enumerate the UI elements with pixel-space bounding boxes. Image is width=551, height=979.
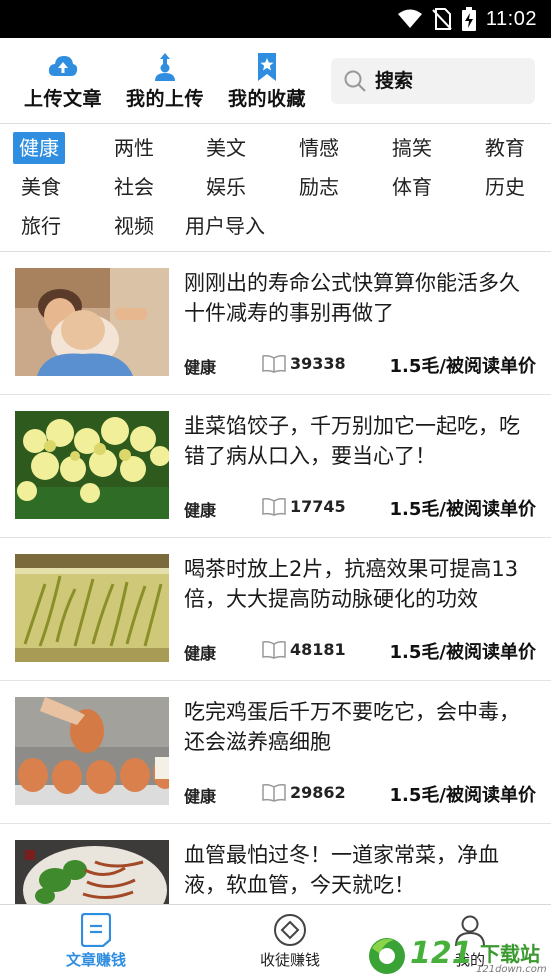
nav-label: 文章赚钱 <box>65 951 126 969</box>
read-count: 39338 <box>262 354 346 373</box>
article-thumbnail <box>15 554 169 662</box>
no-sim-icon <box>432 8 452 30</box>
read-count-value: 39338 <box>290 354 346 373</box>
category-food[interactable]: 美食 <box>15 171 67 203</box>
user-upload-icon <box>155 53 175 81</box>
elderly-woman-photo <box>15 268 169 376</box>
diamond-circle-icon <box>274 914 306 946</box>
category-sports[interactable]: 体育 <box>386 171 438 203</box>
battery-charging-icon <box>461 7 476 31</box>
open-book-icon <box>262 354 286 373</box>
watermark-url: 121down.com <box>476 964 547 975</box>
cloud-upload-icon <box>48 56 78 76</box>
article-item[interactable]: 韭菜馅饺子，千万别加它一起吃，吃错了病从口入，要当心了！ 健康 17745 1.… <box>0 395 551 538</box>
article-meta: 健康 48181 1.5毛/被阅读单价 <box>184 636 536 666</box>
read-count-value: 29862 <box>290 783 346 802</box>
article-thumbnail <box>15 268 169 376</box>
wifi-icon <box>397 9 422 28</box>
category-society[interactable]: 社会 <box>108 171 160 203</box>
article-thumbnail <box>15 411 169 519</box>
category-health[interactable]: 健康 <box>13 132 65 164</box>
upload-article-button[interactable]: 上传文章 <box>19 52 107 111</box>
watermark-brand: 121 <box>410 936 473 971</box>
article-price: 1.5毛/被阅读单价 <box>389 356 536 377</box>
category-funny[interactable]: 搞笑 <box>386 132 438 164</box>
article-meta: 健康 39338 1.5毛/被阅读单价 <box>184 350 536 380</box>
article-thumbnail <box>15 697 169 805</box>
article-list: 刚刚出的寿命公式快算算你能活多久十件减寿的事别再做了 健康 39338 1.5毛… <box>0 252 551 904</box>
category-education[interactable]: 教育 <box>479 132 531 164</box>
vegetable-dish-photo <box>15 840 169 904</box>
category-travel[interactable]: 旅行 <box>15 210 67 242</box>
my-favorites-button[interactable]: 我的收藏 <box>223 52 311 111</box>
open-book-icon <box>262 640 286 659</box>
article-tag: 健康 <box>184 644 217 663</box>
article-item[interactable]: 喝茶时放上2片，抗癌效果可提高13倍，大大提高防动脉硬化的功效 健康 48181… <box>0 538 551 681</box>
article-title: 血管最怕过冬！一道家常菜，净血液，软血管，今天就吃！ <box>184 843 499 897</box>
article-item[interactable]: 刚刚出的寿命公式快算算你能活多久十件减寿的事别再做了 健康 39338 1.5毛… <box>0 252 551 395</box>
clock: 11:02 <box>485 7 537 30</box>
article-title: 喝茶时放上2片，抗癌效果可提高13倍，大大提高防动脉硬化的功效 <box>184 557 519 611</box>
my-uploads-button[interactable]: 我的上传 <box>121 52 209 111</box>
green-tea-glass-photo <box>15 554 169 662</box>
open-book-icon <box>262 783 286 802</box>
article-title: 刚刚出的寿命公式快算算你能活多久十件减寿的事别再做了 <box>184 271 520 325</box>
site-watermark: 121 下载站 121down.com <box>366 934 551 979</box>
read-count: 29862 <box>262 783 346 802</box>
status-bar: 11:02 <box>0 0 551 38</box>
article-price: 1.5毛/被阅读单价 <box>389 499 536 520</box>
article-tag: 健康 <box>184 787 217 806</box>
category-inspiration[interactable]: 励志 <box>293 171 345 203</box>
watermark-logo <box>369 938 405 974</box>
eggs-tray-photo <box>15 697 169 805</box>
category-prose[interactable]: 美文 <box>200 132 252 164</box>
category-gender[interactable]: 两性 <box>108 132 160 164</box>
read-count-value: 48181 <box>290 640 346 659</box>
bookmark-star-icon <box>258 53 276 81</box>
upload-article-label: 上传文章 <box>23 88 102 110</box>
search-icon <box>344 70 366 92</box>
article-tag: 健康 <box>184 501 217 520</box>
read-count: 48181 <box>262 640 346 659</box>
chive-flowers-photo <box>15 411 169 519</box>
document-icon <box>81 913 111 947</box>
category-history[interactable]: 历史 <box>479 171 531 203</box>
article-tag: 健康 <box>184 358 217 377</box>
watermark-cn: 下载站 <box>480 942 540 966</box>
my-uploads-label: 我的上传 <box>125 88 204 110</box>
article-price: 1.5毛/被阅读单价 <box>389 642 536 663</box>
category-video[interactable]: 视频 <box>108 210 160 242</box>
article-price: 1.5毛/被阅读单价 <box>389 785 536 806</box>
search-input[interactable] <box>375 66 525 96</box>
article-meta: 健康 17745 1.5毛/被阅读单价 <box>184 493 536 523</box>
category-emotion[interactable]: 情感 <box>293 132 345 164</box>
top-action-bar: 上传文章 我的上传 我的收藏 <box>0 38 551 124</box>
nav-label: 收徒赚钱 <box>259 951 320 969</box>
nav-article-earn[interactable]: 文章赚钱 <box>36 913 156 970</box>
search-box[interactable] <box>331 58 535 104</box>
category-grid: 健康 两性 美文 情感 搞笑 教育 美食 社会 娱乐 励志 体育 历史 旅行 视… <box>0 124 551 252</box>
article-thumbnail <box>15 840 169 904</box>
open-book-icon <box>262 497 286 516</box>
article-item[interactable]: 吃完鸡蛋后千万不要吃它，会中毒，还会滋养癌细胞 健康 29862 1.5毛/被阅… <box>0 681 551 824</box>
article-title: 吃完鸡蛋后千万不要吃它，会中毒，还会滋养癌细胞 <box>184 700 520 754</box>
article-title: 韭菜馅饺子，千万别加它一起吃，吃错了病从口入，要当心了！ <box>184 414 520 468</box>
nav-apprentice-earn[interactable]: 收徒赚钱 <box>230 913 350 970</box>
read-count-value: 17745 <box>290 497 346 516</box>
read-count: 17745 <box>262 497 346 516</box>
my-favorites-label: 我的收藏 <box>227 88 306 110</box>
category-user-import[interactable]: 用户导入 <box>179 210 271 242</box>
article-item[interactable]: 血管最怕过冬！一道家常菜，净血液，软血管，今天就吃！ <box>0 824 551 904</box>
category-entertainment[interactable]: 娱乐 <box>200 171 252 203</box>
article-meta: 健康 29862 1.5毛/被阅读单价 <box>184 779 536 809</box>
